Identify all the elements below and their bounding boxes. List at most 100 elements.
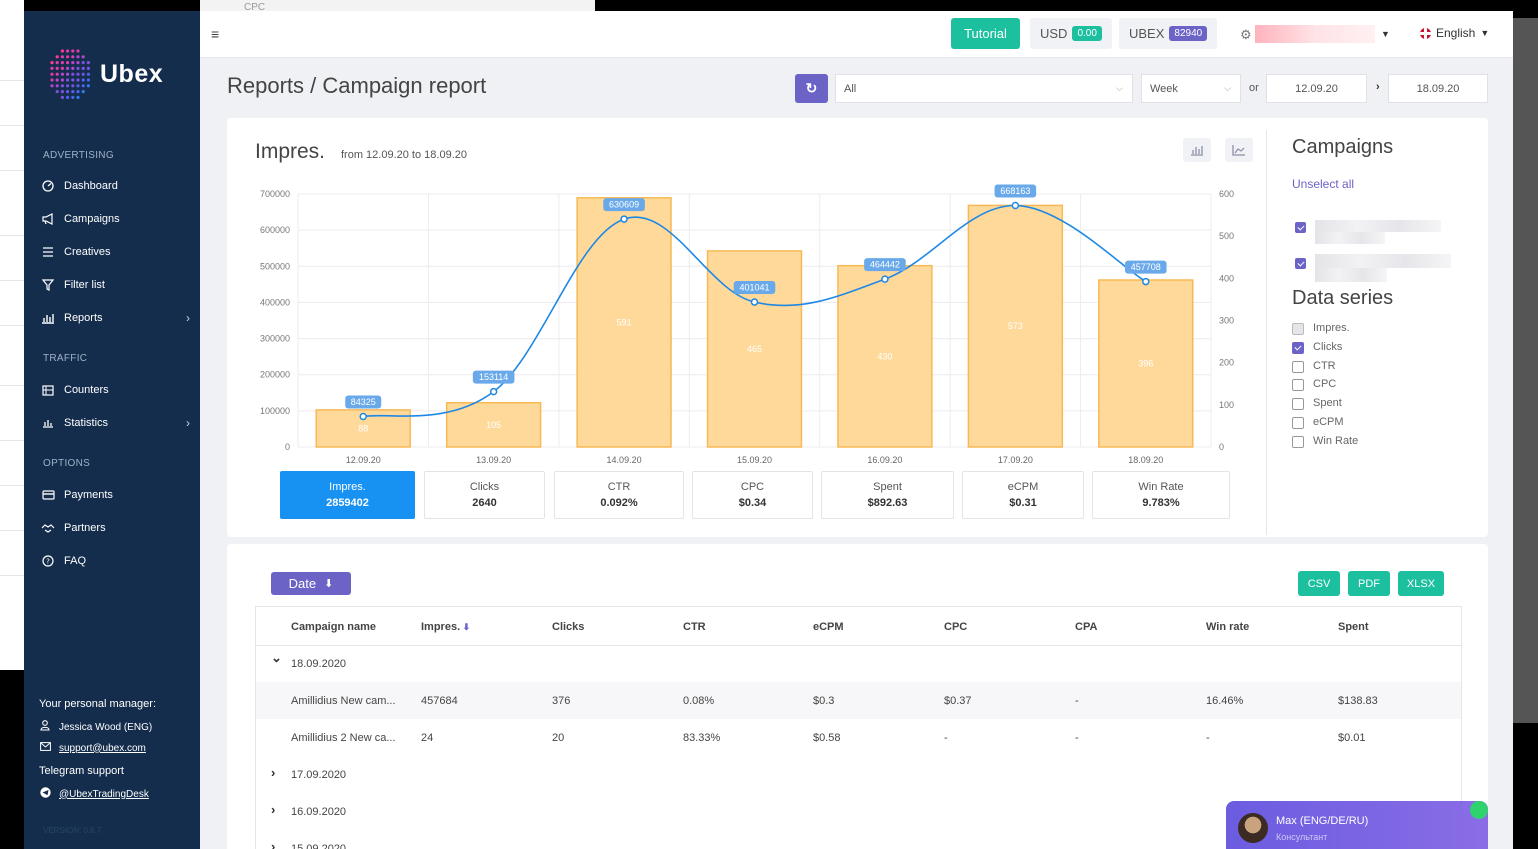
sidebar-item-counters[interactable]: Counters	[40, 378, 190, 402]
metric-tile-ctr[interactable]: CTR 0.092%	[554, 471, 684, 519]
sidebar-item-reports[interactable]: Reports ›	[40, 306, 190, 330]
counter-icon	[40, 382, 56, 398]
table-row[interactable]: Amillidius 2 New ca... 24 20 83.33% $0.58 - - -…	[256, 719, 1461, 756]
series-checkbox[interactable]	[1292, 323, 1304, 335]
sidebar-item-faq[interactable]: ? FAQ	[40, 549, 190, 573]
metric-tile-spent[interactable]: Spent $892.63	[821, 471, 954, 519]
sidebar-item-creatives[interactable]: Creatives	[40, 240, 190, 264]
list-icon	[40, 244, 56, 260]
y2-tick-label: 500	[1219, 231, 1234, 241]
chevron-down-icon[interactable]: ⌄	[271, 650, 282, 666]
ubex-balance[interactable]: UBEX 82940	[1119, 18, 1218, 49]
sidebar-item-label: Dashboard	[64, 180, 118, 192]
metric-tile-win-rate[interactable]: Win Rate 9.783%	[1092, 471, 1230, 519]
sidebar-item-partners[interactable]: Partners	[40, 516, 190, 540]
telegram-handle-text: @UbexTradingDesk	[59, 788, 149, 800]
series-label: CPC	[1313, 378, 1337, 391]
y2-tick-label: 600	[1219, 189, 1234, 199]
top-bar: ≡ Tutorial USD 0.00 UBEX 82940 ⚙ ▼ Engli…	[200, 11, 1513, 58]
metric-tile-ecpm[interactable]: eCPM $0.31	[962, 471, 1084, 519]
metric-label: Clicks	[469, 481, 500, 493]
sidebar-item-campaigns[interactable]: Campaigns	[40, 207, 190, 231]
table-row[interactable]: Amillidius New cam... 457684 376 0.08% $0.3 $…	[256, 682, 1461, 719]
redacted-campaign-name	[1315, 220, 1441, 232]
metric-tile-impres[interactable]: Impres. 2859402	[280, 471, 415, 519]
column-header: Clicks	[552, 621, 584, 633]
sidebar-item-dashboard[interactable]: Dashboard	[40, 174, 190, 198]
bar-data-label: 430	[877, 351, 892, 361]
series-checkbox[interactable]	[1292, 435, 1304, 448]
metric-value: 2640	[472, 497, 497, 509]
table-cell: 457684	[421, 695, 458, 707]
sort-date-label: Date	[288, 576, 317, 591]
campaign-checkbox[interactable]	[1295, 222, 1306, 233]
consultant-name: Max (ENG/DE/RU)	[1276, 815, 1369, 827]
sort-date-button[interactable]: Date ⬇	[271, 572, 351, 595]
language-selector[interactable]: English ▼	[1420, 26, 1489, 40]
x-tick-label: 17.09.20	[998, 455, 1033, 465]
table-cell: 0.08%	[683, 695, 715, 707]
column-header[interactable]: Impres. ⬇	[421, 621, 470, 633]
sidebar: Ubex ADVERTISING Dashboard Campaigns Cre…	[24, 11, 200, 849]
sidebar-item-filter-list[interactable]: Filter list	[40, 273, 190, 297]
date-group-row[interactable]: ⌄ 18.09.2020	[256, 645, 1461, 682]
dashboard-icon	[40, 178, 56, 194]
menu-toggle-icon[interactable]: ≡	[211, 26, 219, 42]
y-tick-label: 400000	[260, 297, 290, 307]
user-account-redacted[interactable]	[1255, 25, 1375, 43]
column-header-label: Impres.	[421, 621, 461, 633]
period-select[interactable]: Week ⌵	[1141, 74, 1241, 103]
export-pdf-button[interactable]: PDF	[1348, 571, 1390, 596]
column-header: Win rate	[1206, 621, 1249, 633]
sidebar-item-payments[interactable]: Payments	[40, 483, 190, 507]
refresh-button[interactable]: ↻	[795, 74, 828, 103]
column-header-label: CPA	[1075, 621, 1098, 633]
settings-gear-icon[interactable]: ⚙	[1240, 27, 1252, 43]
usd-balance[interactable]: USD 0.00	[1030, 18, 1112, 49]
metric-tile-clicks[interactable]: Clicks 2640	[424, 471, 545, 519]
brand-logo[interactable]: Ubex	[46, 45, 163, 103]
date-to-input[interactable]: 18.09.20	[1388, 74, 1488, 103]
sidebar-item-statistics[interactable]: Statistics ›	[40, 411, 190, 435]
campaign-checkbox-row[interactable]	[1295, 212, 1455, 244]
series-label: CTR	[1313, 359, 1336, 372]
chevron-right-icon[interactable]: ›	[271, 839, 275, 849]
export-xlsx-button[interactable]: XLSX	[1398, 571, 1444, 596]
metric-value: 0.092%	[600, 497, 638, 509]
column-header: CTR	[683, 621, 706, 633]
ubex-badge: 82940	[1169, 26, 1208, 41]
series-checkbox[interactable]	[1292, 341, 1304, 354]
chevron-down-icon: ⌵	[1224, 83, 1231, 93]
series-checkbox[interactable]	[1292, 398, 1304, 411]
x-tick-label: 12.09.20	[346, 455, 381, 465]
bar-data-label: 88	[358, 423, 368, 433]
sidebar-item-label: Filter list	[64, 279, 105, 291]
series-checkbox[interactable]	[1292, 379, 1304, 392]
manager-email-link[interactable]: support@ubex.com	[39, 742, 146, 754]
date-group-row[interactable]: › 17.09.2020	[256, 756, 1461, 793]
series-checkbox[interactable]	[1292, 360, 1304, 373]
user-menu-caret-icon[interactable]: ▼	[1381, 29, 1390, 39]
export-csv-button[interactable]: CSV	[1298, 571, 1340, 596]
sort-arrow-icon: ⬇	[460, 622, 471, 632]
y-tick-label: 300000	[260, 334, 290, 344]
bar-data-label: 591	[617, 317, 632, 327]
chevron-right-icon[interactable]: ›	[271, 802, 275, 817]
campaign-checkbox[interactable]	[1295, 258, 1306, 269]
group-date: 16.09.2020	[291, 806, 347, 818]
series-checkbox[interactable]	[1292, 417, 1304, 429]
telegram-link[interactable]: @UbexTradingDesk	[39, 787, 149, 801]
chat-widget[interactable]: Max (ENG/DE/RU) Консультант	[1226, 801, 1488, 849]
tutorial-button[interactable]: Tutorial	[951, 18, 1020, 49]
sidebar-item-label: Counters	[64, 384, 109, 396]
x-tick-label: 15.09.20	[737, 455, 772, 465]
date-from-input[interactable]: 12.09.20	[1266, 74, 1367, 103]
chevron-right-icon[interactable]: ›	[271, 765, 275, 780]
metric-tile-cpc[interactable]: CPC $0.34	[692, 471, 813, 519]
y-tick-label: 500000	[260, 261, 290, 271]
unselect-all-link[interactable]: Unselect all	[1292, 177, 1354, 191]
campaign-filter-select[interactable]: All ⌵	[835, 74, 1133, 103]
campaign-checkbox-row[interactable]	[1295, 248, 1455, 282]
section-advertising: ADVERTISING	[43, 150, 114, 161]
bar-data-label: 105	[486, 420, 501, 430]
